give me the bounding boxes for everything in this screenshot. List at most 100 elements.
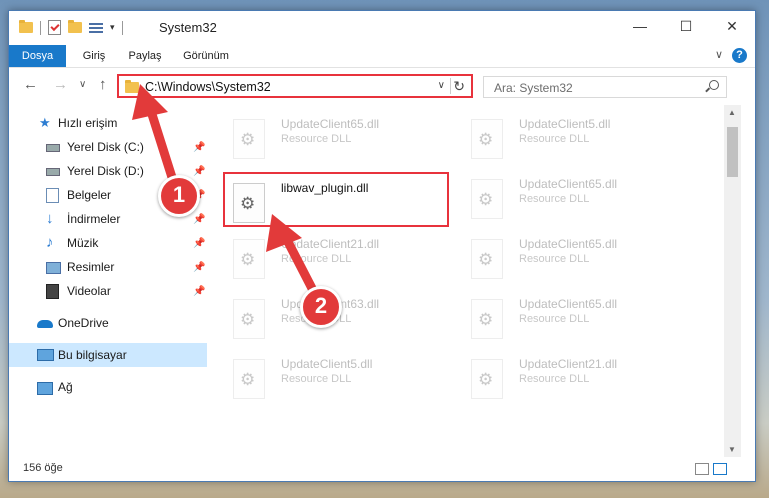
details-view-icon[interactable] bbox=[695, 463, 709, 475]
sidebar-item-local-disk-c[interactable]: Yerel Disk (C:) 📌 bbox=[9, 135, 207, 159]
qa-dropdown-icon[interactable]: ▾ bbox=[110, 22, 115, 33]
file-item[interactable]: UpdateClient65.dll Resource DLL bbox=[447, 289, 667, 339]
refresh-icon[interactable]: ↻ bbox=[453, 78, 465, 95]
dll-file-icon bbox=[233, 239, 265, 279]
divider bbox=[40, 20, 41, 35]
file-description: Resource DLL bbox=[519, 313, 590, 325]
search-placeholder: Ara: System32 bbox=[494, 81, 573, 95]
recent-locations-button[interactable]: ∨ bbox=[79, 79, 86, 90]
drive-icon bbox=[46, 144, 60, 152]
file-description: Resource DLL bbox=[519, 193, 590, 205]
sidebar-item-onedrive[interactable]: OneDrive bbox=[9, 311, 207, 335]
item-count: 156 öğe bbox=[23, 462, 63, 474]
pin-icon[interactable]: 📌 bbox=[193, 262, 205, 273]
sidebar-item-label: İndirmeler bbox=[67, 212, 121, 226]
file-list: UpdateClient65.dll Resource DLL UpdateCl… bbox=[209, 105, 724, 457]
music-icon: ♪ bbox=[46, 234, 54, 251]
sidebar-item-label: Videolar bbox=[67, 284, 111, 298]
back-button[interactable]: ← bbox=[23, 76, 38, 93]
file-name: UpdateClient21.dll bbox=[519, 357, 618, 371]
file-description: Resource DLL bbox=[281, 253, 352, 265]
sidebar-item-label: Belgeler bbox=[67, 188, 112, 202]
dll-file-icon bbox=[471, 119, 503, 159]
tab-gorunum[interactable]: Görünüm bbox=[179, 45, 233, 67]
file-description: Resource DLL bbox=[281, 133, 352, 145]
star-icon: ★ bbox=[39, 115, 51, 130]
callout-number-2: 2 bbox=[300, 286, 342, 328]
sidebar-item-network[interactable]: Ağ bbox=[9, 375, 207, 399]
navigation-pane: ★ Hızlı erişim Yerel Disk (C:) 📌 Yerel D… bbox=[9, 105, 207, 457]
ribbon-tabs: Dosya Giriş Paylaş Görünüm ∨ ? bbox=[9, 45, 755, 68]
help-icon[interactable]: ? bbox=[732, 48, 747, 63]
file-name: UpdateClient5.dll bbox=[519, 117, 611, 131]
search-icon bbox=[709, 80, 719, 90]
file-description: Resource DLL bbox=[519, 373, 590, 385]
folder-icon bbox=[19, 20, 33, 33]
drive-icon bbox=[46, 168, 60, 176]
pin-icon[interactable]: 📌 bbox=[193, 166, 205, 177]
sidebar-item-label: Bu bilgisayar bbox=[58, 348, 127, 362]
explorer-window: ▾ System32 — ☐ ✕ Dosya Giriş Paylaş Görü… bbox=[8, 10, 756, 482]
file-item[interactable]: UpdateClient65.dll Resource DLL bbox=[209, 109, 429, 159]
file-item[interactable]: UpdateClient65.dll Resource DLL bbox=[447, 229, 667, 279]
dll-file-icon bbox=[233, 119, 265, 159]
close-button[interactable]: ✕ bbox=[709, 11, 755, 41]
network-icon bbox=[37, 382, 53, 395]
scrollbar-thumb[interactable] bbox=[727, 127, 738, 177]
minimize-button[interactable]: — bbox=[617, 11, 663, 41]
dll-file-icon bbox=[471, 359, 503, 399]
divider bbox=[121, 20, 123, 35]
videos-icon bbox=[46, 284, 59, 299]
address-bar[interactable]: C:\Windows\System32 ∨ ↻ bbox=[117, 74, 473, 98]
sidebar-item-label: Hızlı erişim bbox=[58, 116, 118, 130]
address-path[interactable]: C:\Windows\System32 bbox=[145, 80, 271, 94]
file-item[interactable]: UpdateClient21.dll Resource DLL bbox=[447, 349, 667, 399]
large-icons-view-icon[interactable] bbox=[713, 463, 727, 475]
sidebar-item-label: Yerel Disk (C:) bbox=[67, 140, 144, 154]
file-name: UpdateClient65.dll bbox=[519, 237, 618, 251]
maximize-button[interactable]: ☐ bbox=[663, 11, 709, 41]
search-input[interactable]: Ara: System32 bbox=[483, 76, 727, 98]
dll-file-icon bbox=[471, 299, 503, 339]
file-item[interactable]: UpdateClient21.dll Resource DLL bbox=[209, 229, 429, 279]
customize-icon[interactable] bbox=[89, 22, 103, 34]
computer-icon bbox=[37, 349, 54, 361]
tab-dosya[interactable]: Dosya bbox=[9, 45, 66, 67]
sidebar-item-videos[interactable]: Videolar 📌 bbox=[9, 279, 207, 303]
dll-file-icon bbox=[471, 179, 503, 219]
forward-button[interactable]: → bbox=[53, 76, 68, 93]
downloads-icon: ↓ bbox=[46, 210, 54, 227]
file-item[interactable]: UpdateClient5.dll Resource DLL bbox=[209, 349, 429, 399]
sidebar-item-music[interactable]: ♪ Müzik 📌 bbox=[9, 231, 207, 255]
up-button[interactable]: ↑ bbox=[99, 76, 107, 93]
properties-check-icon[interactable] bbox=[48, 20, 61, 35]
file-item[interactable]: UpdateClient5.dll Resource DLL bbox=[447, 109, 667, 159]
dll-file-icon bbox=[233, 359, 265, 399]
file-name: UpdateClient65.dll bbox=[519, 297, 618, 311]
sidebar-item-pictures[interactable]: Resimler 📌 bbox=[9, 255, 207, 279]
new-folder-icon[interactable] bbox=[68, 20, 82, 33]
sidebar-item-this-pc[interactable]: Bu bilgisayar bbox=[9, 343, 207, 367]
sidebar-item-label: Resimler bbox=[67, 260, 115, 274]
pin-icon[interactable]: 📌 bbox=[193, 214, 205, 225]
divider bbox=[450, 78, 451, 94]
scroll-up-icon[interactable]: ▲ bbox=[728, 108, 736, 117]
vertical-scrollbar[interactable]: ▲ ▼ bbox=[724, 105, 741, 457]
pin-icon[interactable]: 📌 bbox=[193, 142, 205, 153]
sidebar-item-quick-access[interactable]: ★ Hızlı erişim bbox=[9, 111, 207, 135]
file-name: UpdateClient21.dll bbox=[281, 237, 380, 251]
highlight-box bbox=[223, 172, 449, 227]
sidebar-item-label: OneDrive bbox=[58, 316, 109, 330]
ribbon-collapse-icon[interactable]: ∨ bbox=[715, 48, 723, 61]
tab-giris[interactable]: Giriş bbox=[79, 45, 109, 67]
tab-paylas[interactable]: Paylaş bbox=[125, 45, 165, 67]
address-dropdown-icon[interactable]: ∨ bbox=[438, 80, 445, 91]
sidebar-item-label: Ağ bbox=[58, 380, 73, 394]
pin-icon[interactable]: 📌 bbox=[193, 286, 205, 297]
folder-icon bbox=[125, 80, 139, 93]
pin-icon[interactable]: 📌 bbox=[193, 238, 205, 249]
navigation-bar: ← → ∨ ↑ C:\Windows\System32 ∨ ↻ Ara: Sys… bbox=[9, 68, 755, 104]
scroll-down-icon[interactable]: ▼ bbox=[728, 445, 736, 454]
file-item[interactable]: UpdateClient65.dll Resource DLL bbox=[447, 169, 667, 219]
sidebar-item-label: Yerel Disk (D:) bbox=[67, 164, 144, 178]
